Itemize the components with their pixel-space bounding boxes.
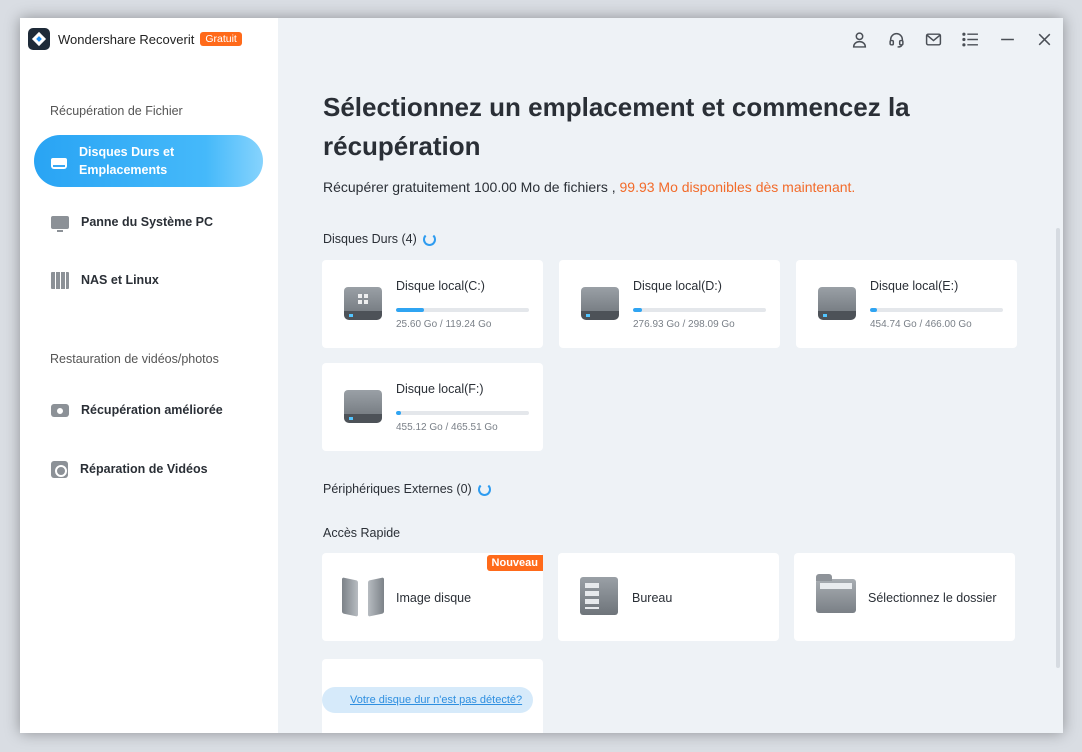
disk-card-d[interactable]: Disque local(D:) 276.93 Go / 298.09 Go (559, 260, 780, 348)
scrollbar[interactable] (1056, 228, 1060, 668)
sidebar-item-system-crash[interactable]: Panne du Système PC (34, 212, 263, 232)
video-repair-icon (51, 460, 68, 478)
quick-access-select-folder[interactable]: Sélectionnez le dossier (794, 553, 1015, 641)
disk-size: 455.12 Go / 465.51 Go (396, 422, 498, 433)
sidebar-item-label: Récupération améliorée (81, 403, 223, 417)
hard-drive-icon (344, 390, 382, 426)
disk-name: Disque local(E:) (870, 279, 959, 293)
windows-logo-icon (358, 294, 368, 304)
disk-usage-bar (396, 411, 529, 415)
disk-usage-bar (396, 308, 529, 312)
quick-access-label: Sélectionnez le dossier (868, 591, 997, 605)
hard-disks-heading: Disques Durs (4) (323, 232, 436, 246)
sidebar-item-label: Réparation de Vidéos (80, 462, 208, 476)
hard-drive-icon (818, 287, 856, 323)
quick-access-label: Image disque (396, 591, 472, 605)
quick-access-disk-image[interactable]: Image disque Nouveau (322, 553, 543, 641)
sidebar-item-video-repair[interactable]: Réparation de Vidéos (34, 459, 263, 479)
hard-drive-icon (344, 287, 382, 323)
page-title: Sélectionnez un emplacement et commencez… (323, 92, 910, 161)
recoverit-logo-icon (28, 28, 50, 50)
disk-card-f[interactable]: Disque local(F:) 455.12 Go / 465.51 Go (322, 363, 543, 451)
folder-icon (816, 574, 856, 613)
nas-icon (51, 271, 69, 289)
sidebar-item-label: Disques Durs et Emplacements (79, 145, 175, 177)
quick-access-heading: Accès Rapide (323, 526, 401, 540)
free-quota-available: 99.93 Mo disponibles dès maintenant. (619, 179, 856, 195)
disk-name: Disque local(F:) (396, 382, 484, 396)
brand: Wondershare Recoverit Gratuit (28, 28, 242, 50)
monitor-icon (51, 215, 69, 232)
hard-drive-icon (51, 157, 67, 169)
app-name: Wondershare Recoverit (58, 31, 195, 47)
sidebar-item-enhanced-recovery[interactable]: Récupération améliorée (34, 400, 263, 420)
disk-usage-bar (633, 308, 766, 312)
sidebar-item-nas-linux[interactable]: NAS et Linux (34, 270, 263, 290)
disk-size: 454.74 Go / 466.00 Go (870, 319, 972, 330)
disk-card-c[interactable]: Disque local(C:) 25.60 Go / 119.24 Go (322, 260, 543, 348)
hard-drive-icon (581, 287, 619, 323)
quick-access-label: Bureau (632, 591, 673, 605)
disk-name: Disque local(D:) (633, 279, 722, 293)
disk-size: 25.60 Go / 119.24 Go (396, 319, 492, 330)
section-title-file-recovery: Récupération de Fichier (50, 104, 183, 118)
new-badge: Nouveau (486, 555, 543, 571)
sidebar: Wondershare Recoverit Gratuit Récupérati… (20, 18, 278, 733)
refresh-icon[interactable] (422, 232, 436, 246)
disk-size: 276.93 Go / 298.09 Go (633, 319, 735, 330)
refresh-icon[interactable] (477, 482, 491, 496)
main-panel: Sélectionnez un emplacement et commencez… (278, 18, 1063, 733)
sidebar-item-label: Panne du Système PC (81, 215, 213, 229)
disk-card-e[interactable]: Disque local(E:) 454.74 Go / 466.00 Go (796, 260, 1017, 348)
section-title-video-photo: Restauration de vidéos/photos (50, 352, 219, 366)
camera-icon (51, 403, 69, 417)
quick-access-desktop[interactable]: Bureau (558, 553, 779, 641)
external-devices-heading: Périphériques Externes (0) (323, 482, 491, 496)
disk-not-detected-link[interactable]: Votre disque dur n'est pas détecté? (322, 687, 534, 713)
sidebar-item-label: NAS et Linux (81, 273, 159, 287)
free-quota-text: Récupérer gratuitement 100.00 Mo de fich… (323, 179, 856, 195)
disk-image-icon (342, 577, 384, 617)
disk-name: Disque local(C:) (396, 279, 485, 293)
app-window: Wondershare Recoverit Gratuit Récupérati… (20, 18, 1063, 733)
plan-badge: Gratuit (200, 32, 242, 46)
disk-usage-bar (870, 308, 1003, 312)
sidebar-item-hard-drives[interactable]: Disques Durs et Emplacements (34, 135, 263, 187)
desktop-icon (580, 577, 618, 615)
